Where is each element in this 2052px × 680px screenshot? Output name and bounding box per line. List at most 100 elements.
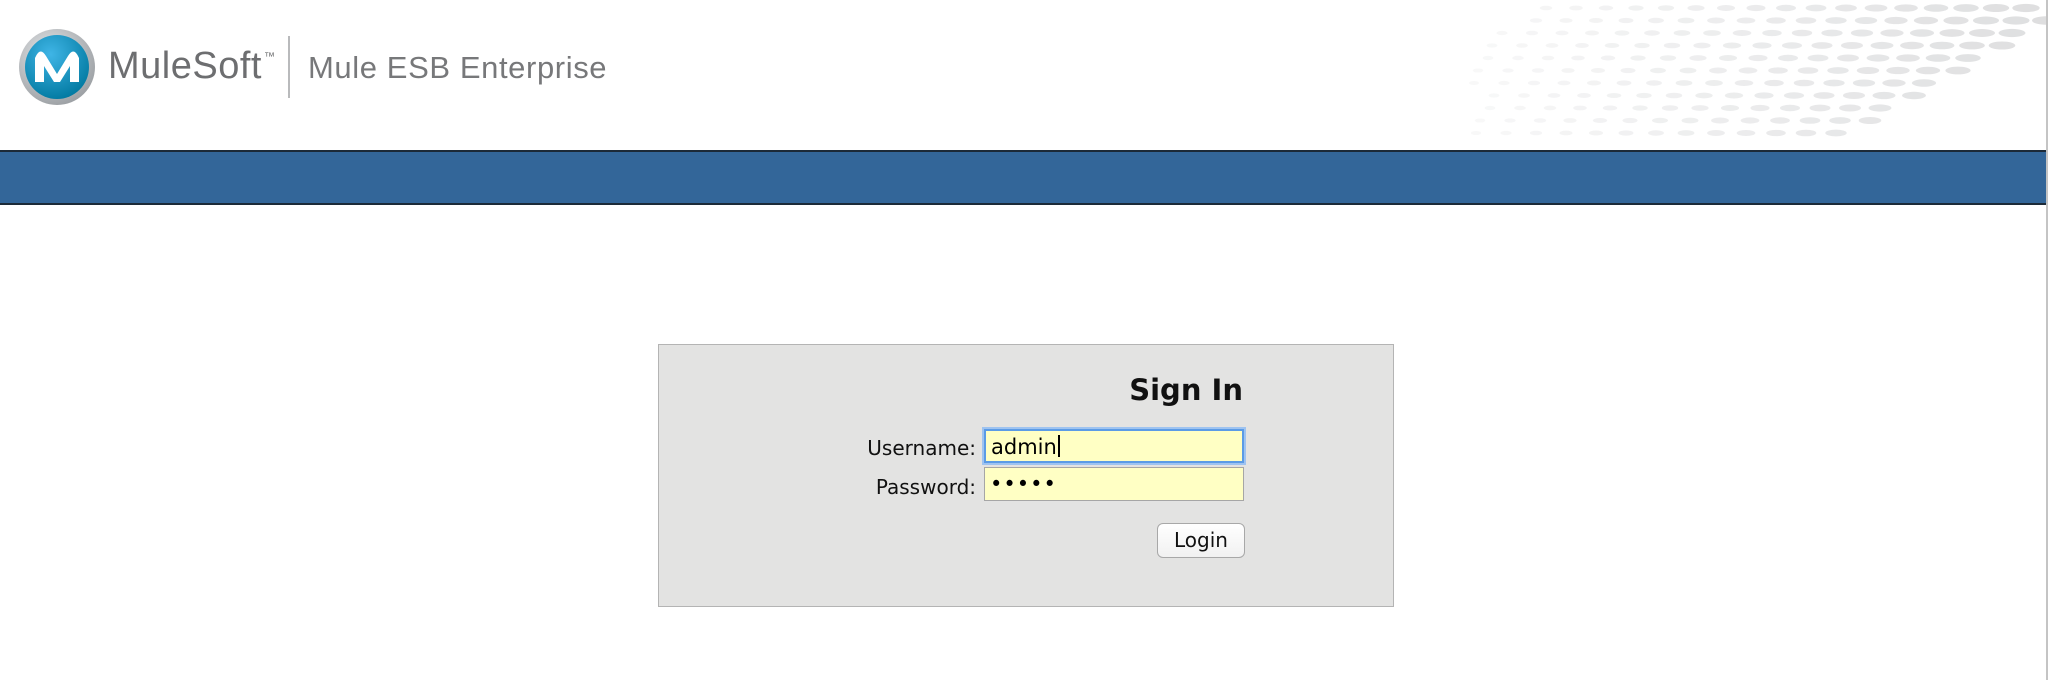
header-dot [1648, 17, 1664, 24]
header-dot [1854, 16, 1878, 25]
header-dot [1850, 29, 1874, 37]
header-dot [1900, 41, 1924, 50]
header-dot [1870, 41, 1894, 50]
header-dot [1779, 104, 1801, 112]
header-dot [1929, 41, 1955, 50]
header-dot [1547, 93, 1561, 98]
header-dot [1541, 55, 1555, 61]
header-dot [1740, 117, 1760, 124]
header-dot [1764, 79, 1784, 87]
header-dot [1618, 17, 1634, 24]
header-dot [1707, 130, 1725, 136]
password-value: ••••• [990, 472, 1057, 496]
header-dot [1529, 18, 1543, 23]
header-dot [1915, 66, 1941, 75]
header-dot [1841, 42, 1863, 49]
header-dot [1732, 29, 1752, 37]
header-dot [1825, 129, 1847, 137]
username-label: Username: [867, 436, 976, 460]
header-dot [1968, 29, 1996, 37]
header-dot [1791, 29, 1813, 37]
header-dot [1955, 54, 1981, 62]
header-dot [1575, 43, 1589, 48]
header-dot [1516, 43, 1528, 48]
header-dot [1736, 17, 1756, 24]
login-button[interactable]: Login [1157, 523, 1245, 558]
header-dot [1913, 16, 1939, 25]
header-dot [1545, 43, 1559, 48]
header-dot [1835, 4, 1857, 12]
header-dot [1858, 116, 1882, 125]
header-dot [1644, 30, 1660, 36]
header-dot [1705, 80, 1723, 86]
header-dot [1939, 29, 1965, 37]
header-dot [1677, 17, 1695, 24]
header-dot [1563, 118, 1577, 123]
header-dot [1807, 54, 1829, 62]
header-dot [1598, 5, 1614, 11]
header-dot [1470, 130, 1482, 136]
header-dot-pattern [1468, 3, 2046, 137]
brand-name: MuleSoft ™ [108, 45, 275, 88]
window-right-edge [2046, 0, 2048, 680]
header-dot [1716, 5, 1736, 11]
header-dot [1622, 117, 1638, 124]
username-input[interactable]: admin [984, 429, 1244, 463]
header-dot [1646, 80, 1662, 86]
header-dot [1795, 17, 1817, 24]
header-dot [1925, 54, 1951, 62]
header-dot [1811, 42, 1833, 49]
header-dot [1695, 92, 1713, 99]
header-dot [1659, 55, 1677, 61]
header-dot [1953, 4, 1979, 12]
header-dot [1734, 79, 1754, 87]
header-dot [1766, 17, 1786, 24]
header-dot [1827, 67, 1849, 74]
header-dot [1748, 54, 1768, 62]
navigation-bar [0, 150, 2046, 205]
header-dot [1585, 30, 1599, 36]
header-dot [1620, 67, 1636, 74]
signin-panel: Sign In Username: admin Password: ••••• … [658, 344, 1394, 607]
product-name: Mule ESB Enterprise [308, 50, 608, 85]
header-dot [1911, 79, 1937, 87]
header-dot [1657, 5, 1675, 11]
header-dot [1512, 55, 1524, 61]
password-input[interactable]: ••••• [984, 467, 1244, 501]
header-dot [1486, 43, 1498, 48]
header-dot [1988, 41, 2016, 50]
header-dot [1752, 42, 1772, 49]
header-dot [1614, 30, 1630, 36]
header-dot [1793, 79, 1815, 87]
brand-trademark: ™ [263, 51, 276, 63]
header-dot [1809, 104, 1831, 112]
header-dot [1722, 42, 1742, 49]
header-dot [1711, 117, 1729, 124]
header-dot [1880, 29, 1904, 37]
header-dot [1472, 68, 1484, 73]
header-dot [1754, 92, 1774, 99]
header-dot [1496, 30, 1508, 36]
header-dot [1588, 18, 1604, 23]
header-dot [1648, 130, 1664, 136]
header-dot [1943, 16, 1969, 25]
header-dot [1945, 66, 1971, 75]
header-dot [1982, 3, 2010, 13]
header-dot [1577, 93, 1591, 98]
header-dot [1600, 55, 1616, 61]
header-dot [1825, 17, 1847, 24]
header-dot [1675, 80, 1693, 86]
header-dot [1539, 5, 1553, 11]
header-dot [1590, 67, 1606, 74]
header-dot [1555, 30, 1569, 36]
header-dot [1720, 104, 1740, 112]
header-dot [1681, 117, 1699, 124]
header-dot [1738, 67, 1758, 74]
header-dot [1468, 80, 1480, 86]
header-dot [1795, 129, 1817, 137]
header-dot [1573, 105, 1587, 111]
header-dot [1525, 30, 1539, 36]
header-dot [1886, 66, 1910, 75]
header-dot [1604, 42, 1620, 49]
header-dot [1821, 29, 1843, 37]
